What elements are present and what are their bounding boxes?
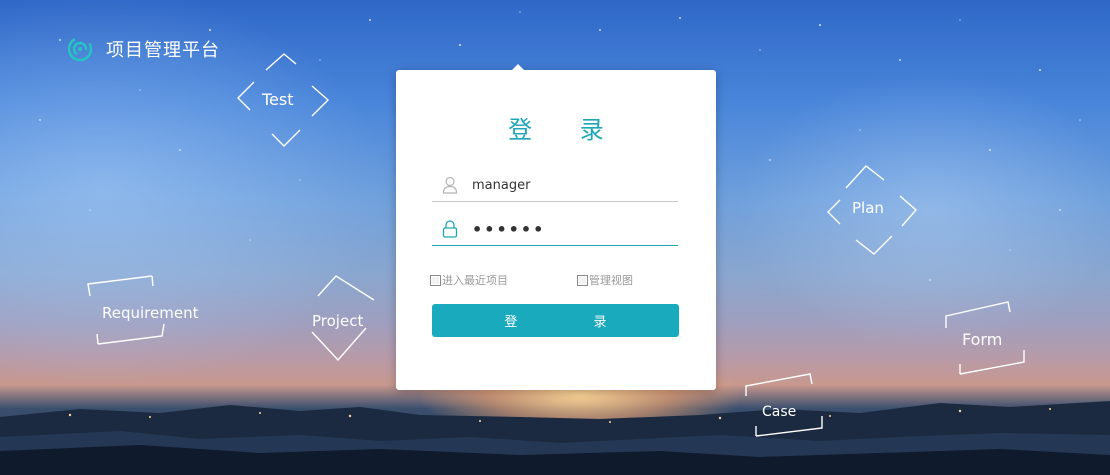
card-notch bbox=[512, 64, 524, 70]
deco-plan: Plan bbox=[826, 164, 918, 256]
password-field bbox=[432, 214, 678, 246]
spiral-logo-icon bbox=[68, 37, 92, 61]
deco-form-label: Form bbox=[962, 330, 1003, 349]
deco-case-label: Case bbox=[762, 404, 797, 420]
deco-project-label: Project bbox=[312, 312, 364, 330]
deco-plan-label: Plan bbox=[852, 199, 884, 217]
login-title: 登 录 bbox=[508, 116, 624, 144]
deco-test-label: Test bbox=[262, 90, 294, 109]
deco-project: Project bbox=[308, 272, 380, 364]
admin-view-checkbox[interactable]: 管理视图 bbox=[577, 272, 633, 288]
landscape-silhouette bbox=[0, 401, 1110, 475]
recent-project-label: 进入最近项目 bbox=[442, 274, 508, 287]
checkbox-box[interactable] bbox=[430, 274, 441, 286]
username-field bbox=[432, 170, 678, 202]
password-input[interactable] bbox=[472, 214, 672, 244]
brand: 项目管理平台 bbox=[68, 36, 220, 62]
deco-form: Form bbox=[944, 301, 1030, 384]
brand-name: 项目管理平台 bbox=[106, 40, 220, 61]
username-underline bbox=[432, 201, 678, 202]
login-card: 登 录 进入最近项目 管理视图 登 录 bbox=[396, 64, 716, 390]
deco-requirement: Requirement bbox=[86, 275, 208, 356]
login-button[interactable]: 登 录 bbox=[432, 304, 679, 337]
deco-test: Test bbox=[236, 52, 332, 148]
deco-requirement-label: Requirement bbox=[102, 304, 199, 322]
checkbox-box[interactable] bbox=[577, 274, 588, 286]
lock-icon bbox=[442, 220, 458, 238]
user-icon bbox=[442, 176, 458, 194]
admin-view-label: 管理视图 bbox=[589, 274, 633, 287]
username-input[interactable] bbox=[472, 170, 672, 200]
password-underline bbox=[432, 245, 678, 246]
recent-project-checkbox[interactable]: 进入最近项目 bbox=[430, 272, 508, 288]
deco-case: Case bbox=[744, 373, 828, 444]
